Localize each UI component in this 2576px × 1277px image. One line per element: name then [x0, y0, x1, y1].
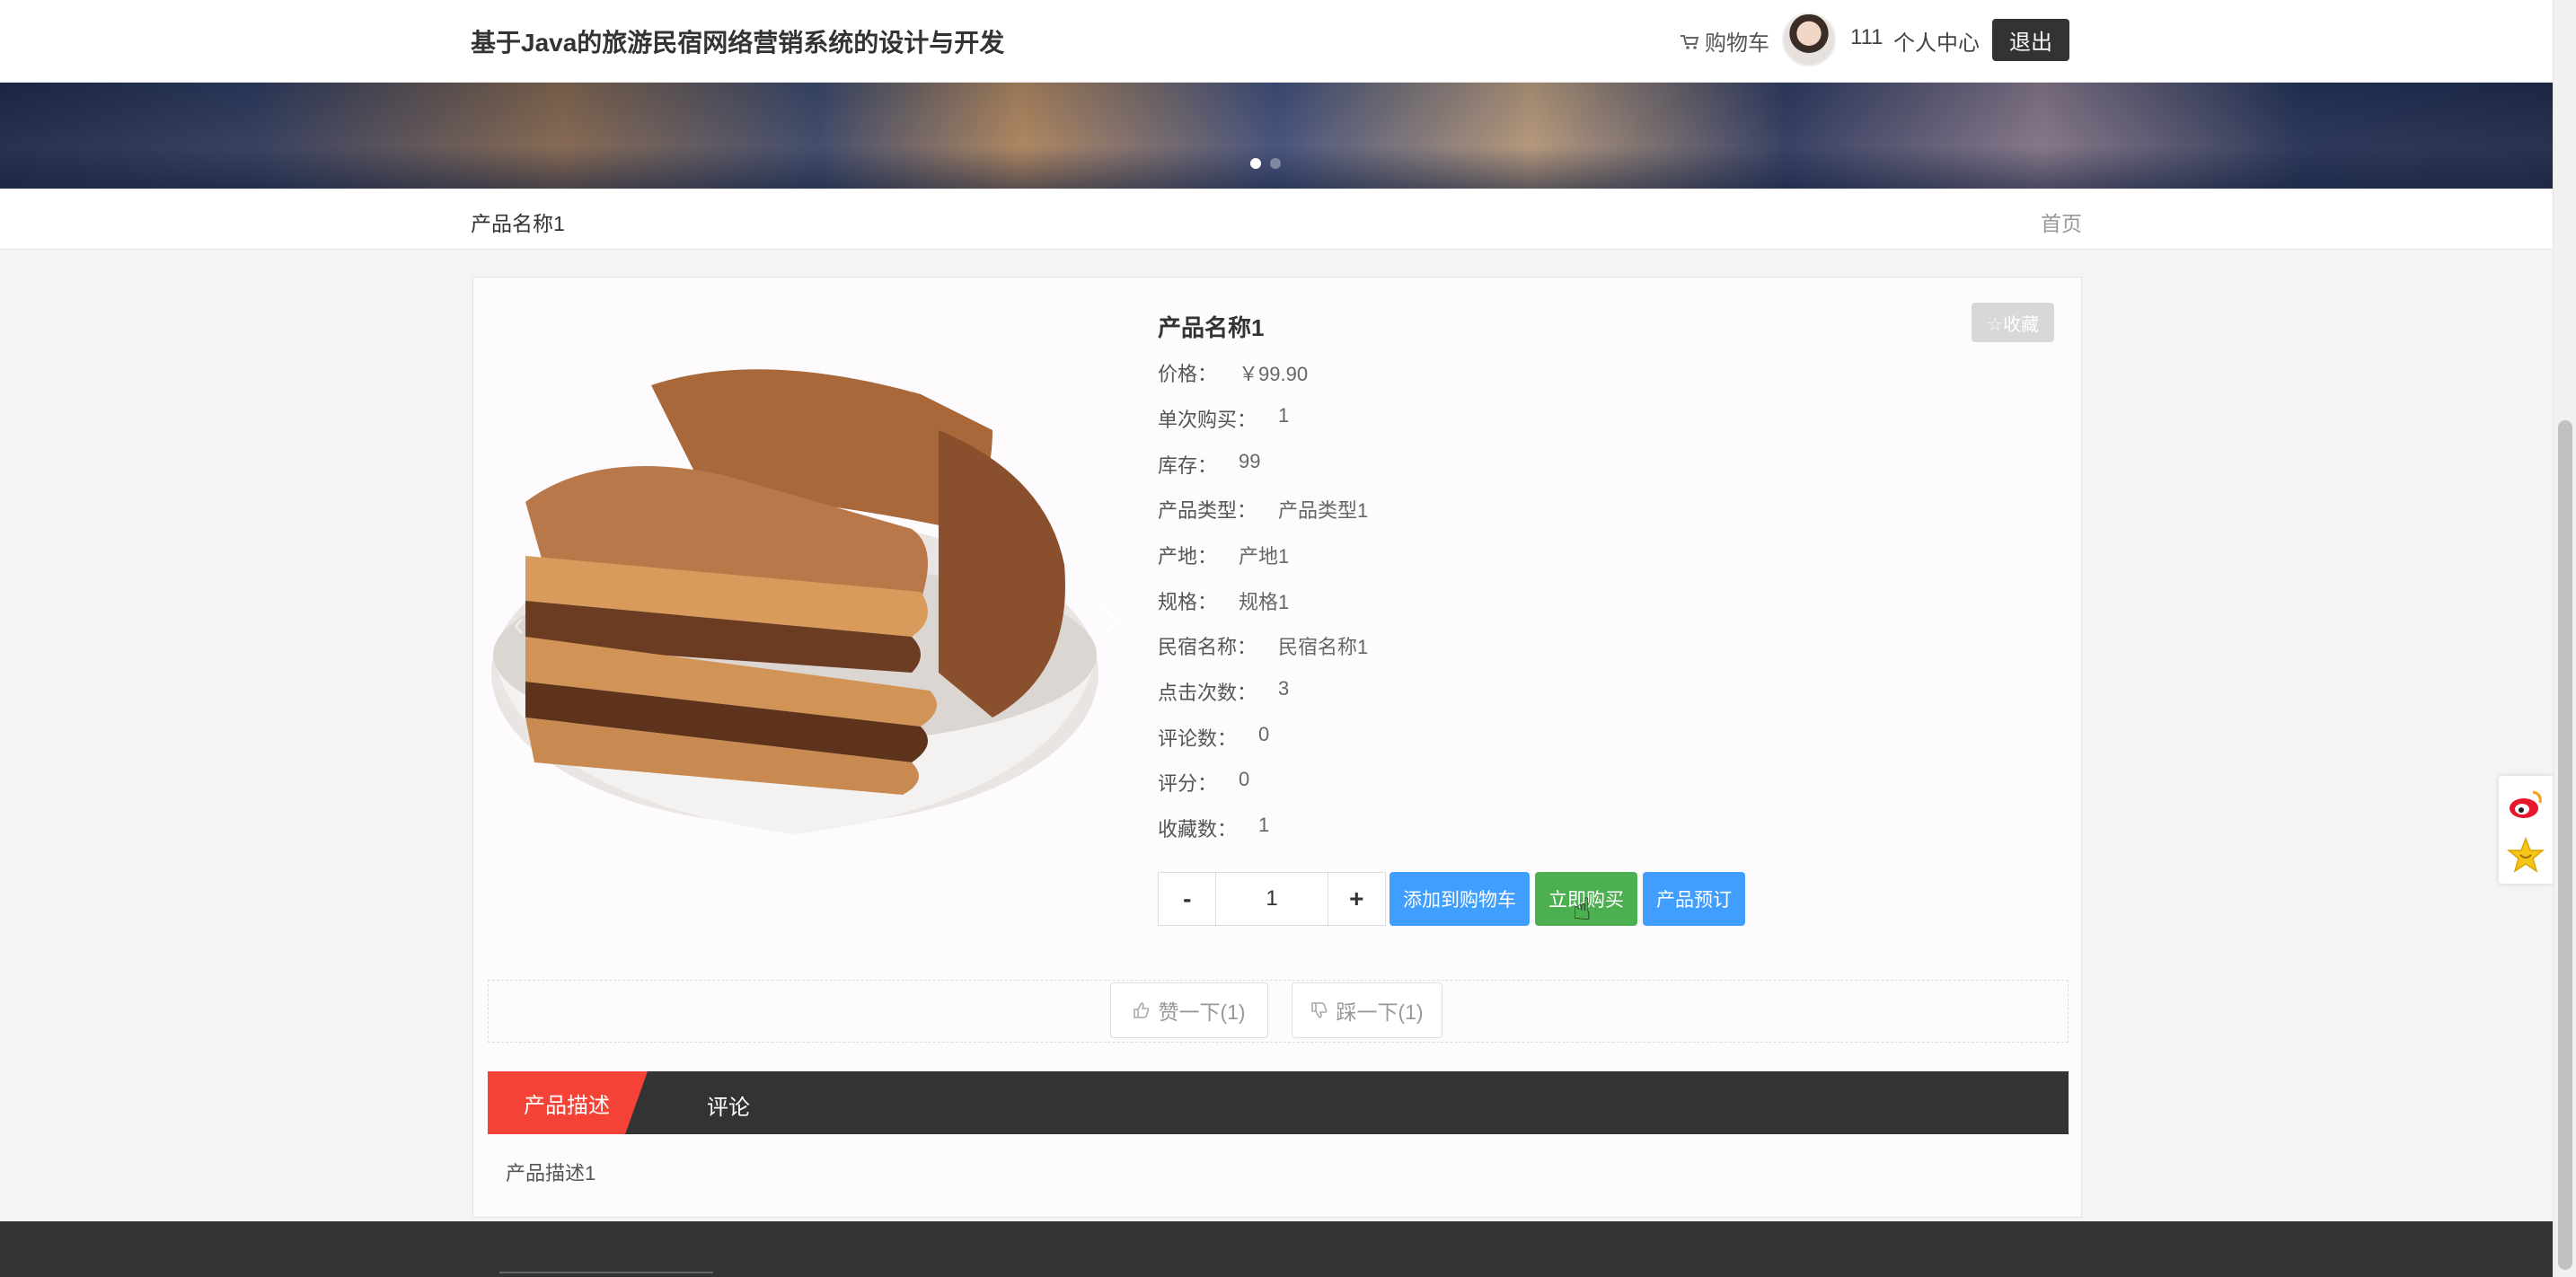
- info-row-rating: 评分： 0: [1158, 768, 1249, 795]
- info-label: 库存：: [1158, 454, 1218, 477]
- cart-label: 购物车: [1705, 31, 1769, 56]
- info-value: 3: [1278, 677, 1290, 700]
- product-name: 产品名称1: [1158, 314, 1265, 341]
- info-label: 评论数：: [1158, 727, 1238, 750]
- thumbs-down-icon: [1311, 1002, 1328, 1018]
- dislike-button[interactable]: 踩一下(1): [1292, 982, 1442, 1038]
- info-label: 收藏数：: [1158, 818, 1238, 841]
- site-title[interactable]: 基于Java的旅游民宿网络营销系统的设计与开发: [471, 23, 1004, 59]
- quantity-stepper: - 1 +: [1158, 872, 1386, 926]
- breadcrumb-current: 产品名称1: [471, 212, 565, 235]
- image-prev-arrow[interactable]: ‹: [513, 604, 525, 645]
- weibo-icon[interactable]: [2506, 785, 2545, 824]
- info-row-single-purchase: 单次购买： 1: [1158, 404, 1289, 431]
- info-label: 单次购买：: [1158, 409, 1257, 431]
- info-row-type: 产品类型： 产品类型1: [1158, 495, 1368, 522]
- quantity-decrease-button[interactable]: -: [1159, 873, 1215, 925]
- info-value: 0: [1258, 723, 1270, 745]
- product-detail-panel: ‹ 产品名称1 ☆收藏 价格： ￥99.90 单次购买： 1 库存： 99 产品…: [472, 277, 2082, 1218]
- info-row-favorites: 收藏数： 1: [1158, 814, 1269, 841]
- thumbs-up-icon: [1134, 1002, 1150, 1018]
- info-row-homestay: 民宿名称： 民宿名称1: [1158, 631, 1368, 658]
- user-avatar[interactable]: [1782, 13, 1836, 66]
- add-to-cart-button[interactable]: 添加到购物车: [1389, 872, 1530, 926]
- info-row-price: 价格： ￥99.90: [1158, 358, 1308, 385]
- info-row-origin: 产地： 产地1: [1158, 541, 1289, 568]
- carousel-dot-active[interactable]: [1250, 158, 1261, 169]
- product-image: ‹: [490, 295, 1131, 935]
- tab-comments[interactable]: 评论: [707, 1089, 750, 1121]
- info-value: 产地1: [1239, 545, 1290, 568]
- hand-cursor-icon: ☝: [1573, 893, 1592, 927]
- star-share-icon[interactable]: [2506, 835, 2545, 875]
- tab-description[interactable]: 产品描述: [488, 1071, 648, 1134]
- username[interactable]: 111: [1850, 25, 1883, 50]
- banner-carousel[interactable]: [0, 83, 2553, 189]
- cart-icon: [1681, 34, 1699, 49]
- share-widget: [2499, 776, 2553, 884]
- info-value: 1: [1278, 404, 1290, 427]
- page-scrollbar[interactable]: [2553, 0, 2576, 1277]
- footer-divider: [499, 1272, 713, 1273]
- breadcrumb: 产品名称1 首页: [0, 189, 2553, 250]
- quantity-input[interactable]: 1: [1215, 873, 1328, 925]
- info-label: 点击次数：: [1158, 682, 1257, 704]
- info-value: 民宿名称1: [1278, 636, 1369, 658]
- quantity-increase-button[interactable]: +: [1328, 873, 1385, 925]
- like-label: 赞一下(1): [1158, 1000, 1246, 1024]
- logout-button[interactable]: 退出: [1992, 19, 2069, 61]
- info-value: 规格1: [1239, 591, 1290, 613]
- info-value: 产品类型1: [1278, 499, 1369, 522]
- info-label: 产品类型：: [1158, 499, 1257, 522]
- dislike-label: 踩一下(1): [1336, 1000, 1424, 1024]
- info-value: ￥99.90: [1239, 363, 1309, 385]
- cart-link[interactable]: 购物车: [1680, 25, 1769, 57]
- info-label: 产地：: [1158, 545, 1218, 568]
- top-navbar: 基于Java的旅游民宿网络营销系统的设计与开发 购物车 111 个人中心 退出: [0, 0, 2553, 83]
- like-button[interactable]: 赞一下(1): [1110, 982, 1268, 1038]
- info-label: 规格：: [1158, 591, 1218, 613]
- info-row-spec: 规格： 规格1: [1158, 586, 1289, 613]
- description-content: 产品描述1: [506, 1162, 596, 1185]
- product-photo: [491, 369, 1098, 834]
- vote-area: 赞一下(1) 踩一下(1): [488, 980, 2069, 1043]
- info-value: 1: [1258, 814, 1270, 836]
- info-value: 99: [1239, 450, 1261, 472]
- book-product-button[interactable]: 产品预订: [1643, 872, 1745, 926]
- info-row-comments: 评论数： 0: [1158, 723, 1269, 750]
- info-value: 0: [1239, 768, 1250, 790]
- detail-tabs: 产品描述 评论: [488, 1071, 2069, 1134]
- info-label: 价格：: [1158, 363, 1218, 385]
- scrollbar-thumb[interactable]: [2558, 420, 2572, 1270]
- info-row-stock: 库存： 99: [1158, 450, 1261, 477]
- carousel-dot[interactable]: [1270, 158, 1281, 169]
- image-next-arrow[interactable]: [1100, 604, 1122, 646]
- info-row-clicks: 点击次数： 3: [1158, 677, 1289, 704]
- favorite-button[interactable]: ☆收藏: [1972, 303, 2054, 342]
- chevron-right-icon: [1102, 606, 1122, 635]
- personal-center-link[interactable]: 个人中心: [1893, 25, 1980, 57]
- footer: [0, 1221, 2553, 1277]
- breadcrumb-home-link[interactable]: 首页: [2041, 207, 2082, 237]
- info-label: 评分：: [1158, 772, 1218, 795]
- info-label: 民宿名称：: [1158, 636, 1257, 658]
